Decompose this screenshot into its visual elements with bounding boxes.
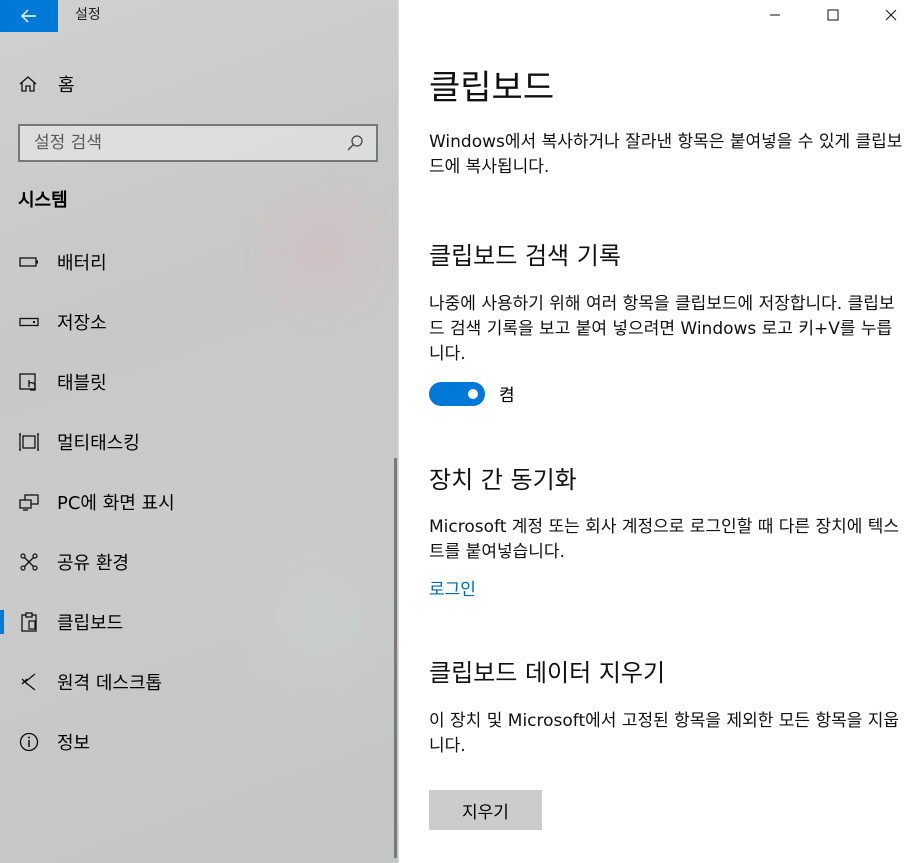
sidebar-scrollbar[interactable]	[394, 458, 397, 858]
sidebar-item-clipboard[interactable]: 클립보드	[0, 592, 398, 652]
clear-description: 이 장치 및 Microsoft에서 고정된 항목을 제외한 모든 항목을 지웁…	[429, 711, 900, 756]
sidebar-item-label: 클립보드	[57, 613, 124, 634]
app-title: 설정	[75, 7, 101, 23]
sidebar-nav: 배터리 저장소 태블릿 멀티태스킹 PC에 화면 표시 공유 환경 클립보드 원…	[0, 232, 398, 772]
search-icon	[347, 135, 363, 151]
home-icon	[18, 73, 40, 95]
sync-description: Microsoft 계정 또는 회사 계정으로 로그인할 때 다른 장치에 텍스…	[429, 517, 900, 562]
close-icon	[885, 9, 897, 21]
sidebar-item-label: 정보	[57, 733, 91, 754]
window-controls	[746, 0, 920, 30]
search-input[interactable]	[34, 133, 346, 153]
maximize-button[interactable]	[804, 0, 862, 30]
remote-desktop-icon	[18, 671, 40, 693]
sidebar-item-tablet[interactable]: 태블릿	[0, 352, 398, 412]
sidebar-item-battery[interactable]: 배터리	[0, 232, 398, 292]
main-content: 클립보드 Windows에서 복사하거나 잘라낸 항목은 붙여넣을 수 있게 클…	[398, 0, 920, 863]
clear-button[interactable]: 지우기	[429, 790, 542, 830]
intro-text: Windows에서 복사하거나 잘라낸 항목은 붙여넣을 수 있게 클립보드에 …	[429, 132, 903, 177]
shared-experiences-icon	[18, 551, 40, 573]
info-icon	[18, 731, 40, 753]
tablet-icon	[18, 371, 40, 393]
close-button[interactable]	[862, 0, 920, 30]
sidebar-item-label: 저장소	[57, 313, 107, 334]
search-box[interactable]	[18, 124, 378, 162]
sidebar-item-remote-desktop[interactable]: 원격 데스크톱	[0, 652, 398, 712]
sidebar-item-label: 배터리	[57, 253, 107, 274]
back-arrow-icon	[21, 9, 36, 23]
sidebar-item-multitasking[interactable]: 멀티태스킹	[0, 412, 398, 472]
sidebar-item-label: 멀티태스킹	[57, 433, 140, 454]
history-toggle[interactable]	[429, 382, 485, 406]
sidebar-item-label: 태블릿	[57, 373, 107, 394]
multitasking-icon	[18, 431, 40, 453]
section-title: 시스템	[18, 190, 68, 211]
sidebar-item-label: 원격 데스크톱	[57, 673, 163, 694]
sidebar-item-about[interactable]: 정보	[0, 712, 398, 772]
page-title: 클립보드	[429, 68, 555, 108]
sign-in-link[interactable]: 로그인	[429, 575, 476, 600]
back-button[interactable]	[0, 0, 58, 32]
clear-heading: 클립보드 데이터 지우기	[429, 659, 666, 687]
battery-icon	[18, 251, 40, 273]
sidebar-item-shared-experiences[interactable]: 공유 환경	[0, 532, 398, 592]
home-label: 홈	[58, 75, 75, 96]
project-to-pc-icon	[18, 491, 40, 513]
history-heading: 클립보드 검색 기록	[429, 242, 621, 270]
minimize-button[interactable]	[746, 0, 804, 30]
toggle-knob	[468, 389, 478, 399]
sidebar-item-label: 공유 환경	[57, 553, 129, 574]
sidebar-item-label: PC에 화면 표시	[57, 493, 175, 514]
minimize-icon	[770, 14, 780, 16]
sidebar-item-home[interactable]: 홈	[18, 70, 75, 98]
sidebar: 설정 홈 시스템 배터리 저장소	[0, 0, 398, 863]
maximize-icon	[827, 9, 839, 21]
storage-icon	[18, 311, 40, 333]
sidebar-item-storage[interactable]: 저장소	[0, 292, 398, 352]
history-toggle-label: 켬	[499, 386, 515, 406]
sidebar-item-project-to-pc[interactable]: PC에 화면 표시	[0, 472, 398, 532]
history-description: 나중에 사용하기 위해 여러 항목을 클립보드에 저장합니다. 클립보드 검색 …	[429, 294, 895, 364]
sync-heading: 장치 간 동기화	[429, 466, 577, 494]
clipboard-icon	[18, 611, 40, 633]
